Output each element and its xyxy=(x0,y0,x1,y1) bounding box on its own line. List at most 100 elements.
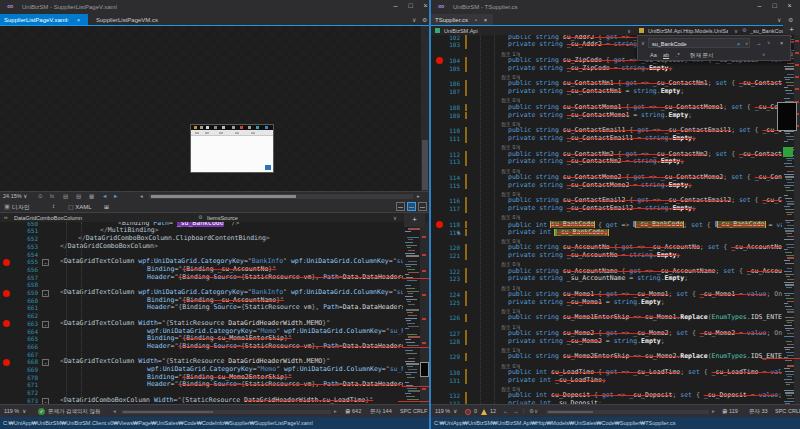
expand-icon[interactable]: ∨ xyxy=(641,40,645,46)
editor-zoom-level[interactable]: 119 % ∨ xyxy=(4,408,26,414)
xaml-tab[interactable]: ▢ XAML xyxy=(68,203,92,210)
editor-zoom-level[interactable]: 119 % ∨ xyxy=(435,408,457,414)
find-next-icon[interactable]: → xyxy=(756,40,762,46)
snapgrid-icon[interactable]: ▦ xyxy=(89,193,94,199)
tab-list-dropdown-icon[interactable]: ∨ xyxy=(777,16,781,23)
search-scope[interactable]: 현재 문서 xyxy=(690,52,714,59)
minimap[interactable] xyxy=(404,222,420,404)
add-view-button[interactable]: + xyxy=(404,213,425,227)
effects-icon[interactable]: fx xyxy=(50,193,54,199)
popout-icon[interactable]: ⊞ xyxy=(104,203,109,210)
tab-list-dropdown-icon[interactable]: ∨ xyxy=(412,16,416,23)
breadcrumb-class[interactable]: UniBizSM.Api.Http.Models.UniSales.Code.S xyxy=(648,28,728,34)
breakpoint-dot[interactable] xyxy=(3,259,10,266)
find-options-dropdown-icon[interactable]: ∨ xyxy=(767,40,770,45)
errors-icon[interactable]: × xyxy=(465,409,471,415)
navigate-back-icon[interactable]: ← xyxy=(503,408,509,414)
swap-panes-icon[interactable]: ↕ xyxy=(52,203,55,209)
hscroll-right[interactable]: ▸ xyxy=(334,408,337,414)
tools-icon[interactable]: ⚙∨ xyxy=(529,408,538,414)
grid-icon[interactable]: ▤ xyxy=(63,193,68,199)
designer-horizontal-scrollbar[interactable] xyxy=(149,194,413,199)
split-horizontal-button[interactable] xyxy=(407,202,416,211)
editor-horizontal-scrollbar[interactable] xyxy=(546,410,709,414)
document-tab-bar: TSupplier.cs ▫ × ∨ ⚙ xyxy=(431,14,800,25)
hscroll-left[interactable]: ◂ xyxy=(113,408,116,414)
error-count[interactable]: 0 xyxy=(474,408,477,414)
ruler-icon[interactable]: ▤ xyxy=(76,193,81,199)
search-input[interactable]: su_BankCode × ∨ xyxy=(648,38,750,48)
tab-close-icon[interactable]: × xyxy=(484,17,487,23)
warning-count[interactable]: 12 xyxy=(490,408,496,414)
hscroll-right[interactable]: ▸ xyxy=(712,408,715,414)
zoom-fit-icon[interactable]: ⊙ xyxy=(38,193,43,199)
breadcrumb-project[interactable]: UniBizSM.Api xyxy=(444,28,478,34)
zoom-level[interactable]: 24.15% ∨ xyxy=(3,193,27,199)
match-case-toggle[interactable]: Aa xyxy=(650,52,657,58)
whole-word-toggle[interactable]: ab xyxy=(663,52,669,58)
breadcrumb-property[interactable]: ItemsSource xyxy=(207,215,238,221)
code-editor[interactable]: 102public string su_Addr2 { get => _su_A… xyxy=(431,35,800,404)
editor-vertical-scrollbar[interactable] xyxy=(794,35,800,404)
close-button[interactable]: × xyxy=(419,2,429,9)
breakpoint-dot[interactable] xyxy=(3,359,10,366)
code-line: 659-<DataGridTextColumn wpf:UniDataGrid.… xyxy=(0,289,429,297)
snap-left-icon[interactable]: ◄ xyxy=(102,193,107,199)
clear-search-icon[interactable]: × xyxy=(737,41,740,47)
minimize-button[interactable]: – xyxy=(753,2,766,9)
warnings-icon[interactable] xyxy=(481,409,487,415)
scrollbar-preview-box xyxy=(777,102,797,131)
code-line: 130public int su_LeadTime { get => _su_L… xyxy=(431,369,800,377)
no-issues-icon: ✓ xyxy=(38,408,45,415)
change-bar xyxy=(465,151,467,159)
window-tsupplier: ∞ UniBizSM - TSupplier.cs – □ × TSupplie… xyxy=(429,0,800,429)
minimize-button[interactable]: – xyxy=(389,2,402,9)
code-line: 652</DataGridComboBoxColumn.ClipboardCon… xyxy=(0,235,429,243)
split-vertical-button[interactable] xyxy=(396,202,405,211)
close-find-icon[interactable]: × xyxy=(780,40,783,46)
breakpoint-dot[interactable] xyxy=(3,320,10,327)
xaml-designer-canvas[interactable] xyxy=(0,26,421,191)
status-bar: 119 % ∨ ✓ 문제가 검색되지 않음 ◂ ▸ 줄 642 문자 144 S… xyxy=(0,404,429,417)
breadcrumb-dropdown-icon[interactable]: ∨ xyxy=(393,215,397,221)
designer-vertical-scrollbar[interactable] xyxy=(421,27,429,190)
change-bar xyxy=(465,299,467,307)
tab-tsupplier-cs[interactable]: TSupplier.cs ▫ × xyxy=(431,14,493,25)
hscroll-right-arrow[interactable]: ▸ xyxy=(417,193,420,199)
add-view-button[interactable]: + xyxy=(783,25,800,35)
change-bar xyxy=(465,377,467,385)
scope-dropdown-icon[interactable]: ∨ xyxy=(762,52,765,57)
navigate-forward-icon[interactable]: → xyxy=(513,408,519,414)
code-line: 123private string _su_AccountName = stri… xyxy=(431,275,800,283)
tab-label: SupplierListPageVM.cs xyxy=(96,17,158,23)
tab-supplierlistpagev-xaml[interactable]: SupplierListPageV.xaml ○ × xyxy=(0,14,88,25)
breakpoint-dot[interactable] xyxy=(3,290,10,297)
close-button[interactable]: × xyxy=(783,2,796,9)
minimap[interactable] xyxy=(783,35,793,404)
snap-right-icon[interactable]: ► xyxy=(113,193,118,199)
dropdown-icon[interactable]: ∨ xyxy=(627,28,631,34)
search-dropdown-icon[interactable]: ∨ xyxy=(745,41,748,46)
maximize-button[interactable]: □ xyxy=(404,2,417,9)
document-path-bar: C:₩UniApp₩UniBizSM₩UniBizSM.Api₩Http₩Mod… xyxy=(431,417,800,429)
tab-options-icon[interactable]: ⚙ xyxy=(788,16,793,23)
title-bar[interactable]: ∞ UniBizSM - TSupplier.cs – □ × xyxy=(431,0,800,14)
code-line: 132public int su_Deposit { get => _su_De… xyxy=(431,392,800,400)
editor-horizontal-scrollbar[interactable] xyxy=(121,410,331,414)
file-path: C:₩UniApp₩UniBizSM₩UniBizSM.Api₩Http₩Mod… xyxy=(434,420,675,426)
maximize-button[interactable]: □ xyxy=(768,2,781,9)
code-line: 665Binding="{Binding su_Memo1EnterSkip}" xyxy=(0,335,429,343)
collapse-pane-button[interactable] xyxy=(418,202,427,211)
tab-options-icon[interactable]: ⚙ xyxy=(422,16,427,23)
hscroll-left-arrow[interactable]: ◂ xyxy=(140,193,143,199)
dropdown-icon[interactable]: ∨ xyxy=(734,28,738,34)
regex-toggle[interactable]: .* xyxy=(676,52,680,58)
breadcrumb-member[interactable]: _su_BankCode xyxy=(750,28,788,34)
tab-supplierlistpagevm-cs[interactable]: SupplierListPageVM.cs xyxy=(92,14,172,25)
xaml-editor[interactable]: 650<Binding Path="_su_BankCode" />651</M… xyxy=(0,222,429,404)
title-bar[interactable]: ∞ UniBizSM - SupplierListPageV.xaml – □ … xyxy=(0,0,429,14)
breadcrumb-element[interactable]: DataGridComboBoxColumn xyxy=(14,215,82,221)
tab-close-icon[interactable]: × xyxy=(77,17,80,23)
design-tab[interactable]: ▣ 디자인 xyxy=(4,203,30,212)
find-overlay: ∨ su_BankCode × ∨ → ∨ × Aa ab .* 현재 문서 ∨ xyxy=(637,35,791,61)
